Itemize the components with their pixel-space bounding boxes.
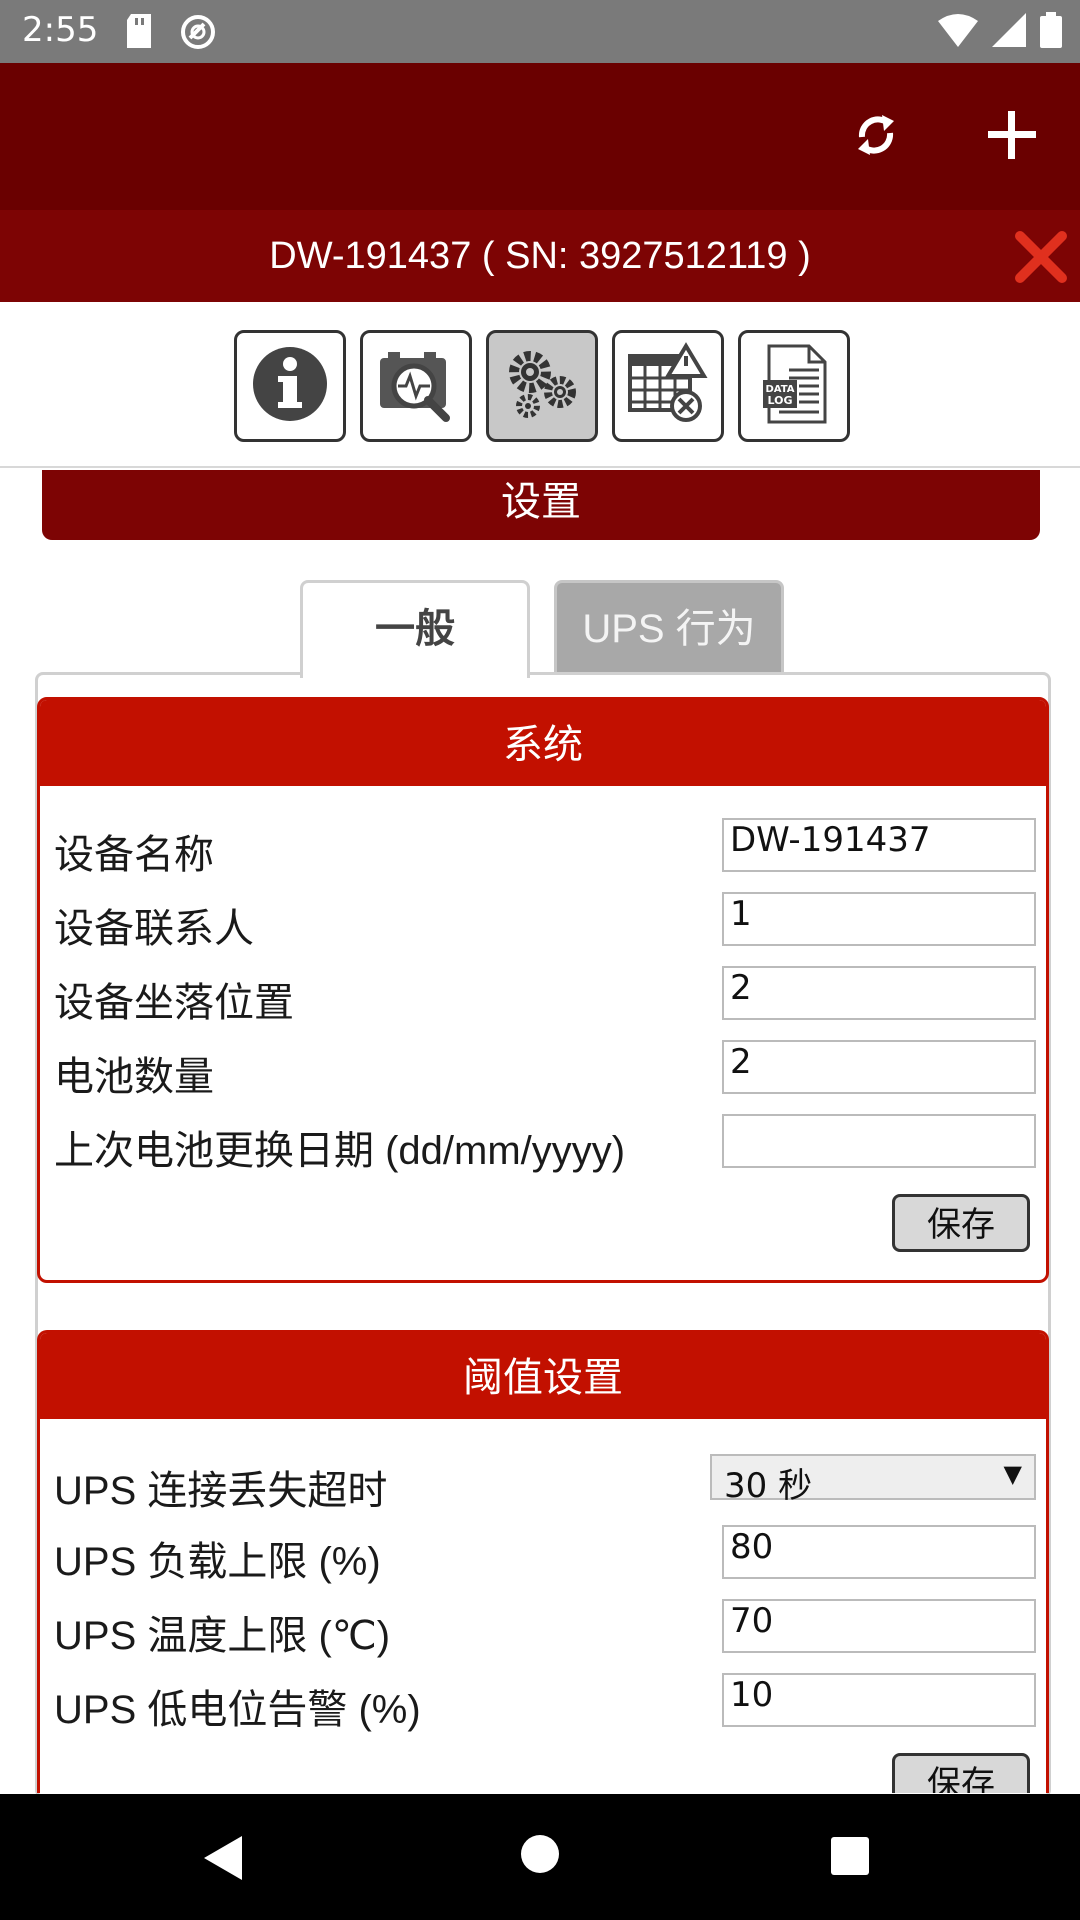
- signal-icon: [992, 13, 1026, 51]
- load-limit-row: UPS 负载上限 (%) 80: [54, 1525, 1036, 1584]
- threshold-save-button[interactable]: 保存: [892, 1753, 1030, 1793]
- connection-timeout-label: UPS 连接丢失超时: [54, 1469, 388, 1513]
- low-battery-alarm-row: UPS 低电位告警 (%) 10: [54, 1673, 1036, 1732]
- battery-count-input[interactable]: 2: [722, 1040, 1036, 1094]
- data-log-icon: DATA LOG: [759, 342, 829, 430]
- low-battery-alarm-label: UPS 低电位告警 (%): [54, 1688, 421, 1732]
- battery-replace-date-label: 上次电池更换日期 (dd/mm/yyyy): [54, 1129, 626, 1173]
- battery-icon: [1040, 12, 1062, 52]
- load-limit-input[interactable]: 80: [722, 1525, 1036, 1579]
- system-card: 系统 设备名称 DW-191437 设备联系人 1 设备坐落位置 2 电池数量 …: [37, 697, 1049, 1283]
- temperature-limit-input[interactable]: 70: [722, 1599, 1036, 1653]
- home-icon[interactable]: [520, 1834, 560, 1878]
- recent-apps-icon[interactable]: [830, 1836, 870, 1880]
- device-location-input[interactable]: 2: [722, 966, 1036, 1020]
- dropdown-arrow-icon: ▼: [1003, 1460, 1022, 1488]
- add-icon[interactable]: [984, 107, 1040, 163]
- status-bar: 2:55: [0, 0, 1080, 63]
- settings-gears-icon: [500, 344, 584, 428]
- page-title: 设置: [42, 470, 1040, 540]
- device-title: DW-191437 ( SN: 3927512119 ): [269, 234, 811, 277]
- schedule-button[interactable]: [612, 330, 724, 442]
- system-nav-bar: [0, 1794, 1080, 1920]
- connection-timeout-row: UPS 连接丢失超时 30 秒 ▼: [54, 1454, 1036, 1513]
- tab-general[interactable]: 一般: [300, 580, 530, 678]
- device-location-row: 设备坐落位置 2: [54, 966, 1036, 1025]
- back-icon[interactable]: [204, 1836, 244, 1884]
- svg-text:LOG: LOG: [768, 394, 793, 407]
- data-log-button[interactable]: DATA LOG: [738, 330, 850, 442]
- device-name-input[interactable]: DW-191437: [722, 818, 1036, 872]
- settings-button[interactable]: [486, 330, 598, 442]
- sync-icon[interactable]: [848, 107, 904, 163]
- function-toolbar: DATA LOG: [0, 302, 1080, 468]
- system-save-button[interactable]: 保存: [892, 1194, 1030, 1252]
- device-name-label: 设备名称: [54, 833, 214, 877]
- info-button[interactable]: [234, 330, 346, 442]
- connection-timeout-select[interactable]: 30 秒 ▼: [710, 1454, 1036, 1506]
- sync-status-icon: [178, 12, 218, 56]
- device-contact-row: 设备联系人 1: [54, 892, 1036, 951]
- battery-replace-date-row: 上次电池更换日期 (dd/mm/yyyy): [54, 1114, 1036, 1173]
- battery-diagnostic-icon: [374, 344, 458, 428]
- device-contact-input[interactable]: 1: [722, 892, 1036, 946]
- threshold-card: 阈值设置 UPS 连接丢失超时 30 秒 ▼ UPS 负载上限 (%) 80 U…: [37, 1330, 1049, 1793]
- connection-timeout-value: 30 秒: [724, 1466, 813, 1506]
- battery-count-row: 电池数量 2: [54, 1040, 1036, 1099]
- threshold-card-title: 阈值设置: [40, 1333, 1046, 1419]
- info-icon: [250, 344, 330, 428]
- device-location-label: 设备坐落位置: [54, 981, 294, 1025]
- device-bar: DW-191437 ( SN: 3927512119 ): [0, 210, 1080, 302]
- close-icon[interactable]: [1014, 230, 1068, 284]
- battery-replace-date-input[interactable]: [722, 1114, 1036, 1168]
- schedule-alert-icon: [626, 342, 710, 430]
- app-bar: [0, 63, 1080, 210]
- device-contact-label: 设备联系人: [54, 907, 254, 951]
- wifi-icon: [938, 13, 978, 51]
- sd-card-icon: [125, 14, 153, 52]
- temperature-limit-row: UPS 温度上限 (℃) 70: [54, 1599, 1036, 1658]
- tab-ups-behavior[interactable]: UPS 行为: [554, 580, 784, 675]
- temperature-limit-label: UPS 温度上限 (℃): [54, 1614, 391, 1658]
- device-name-row: 设备名称 DW-191437: [54, 818, 1036, 877]
- diagnostic-button[interactable]: [360, 330, 472, 442]
- battery-count-label: 电池数量: [54, 1055, 214, 1099]
- status-time: 2:55: [22, 10, 99, 50]
- low-battery-alarm-input[interactable]: 10: [722, 1673, 1036, 1727]
- system-card-title: 系统: [40, 700, 1046, 786]
- load-limit-label: UPS 负载上限 (%): [54, 1540, 381, 1584]
